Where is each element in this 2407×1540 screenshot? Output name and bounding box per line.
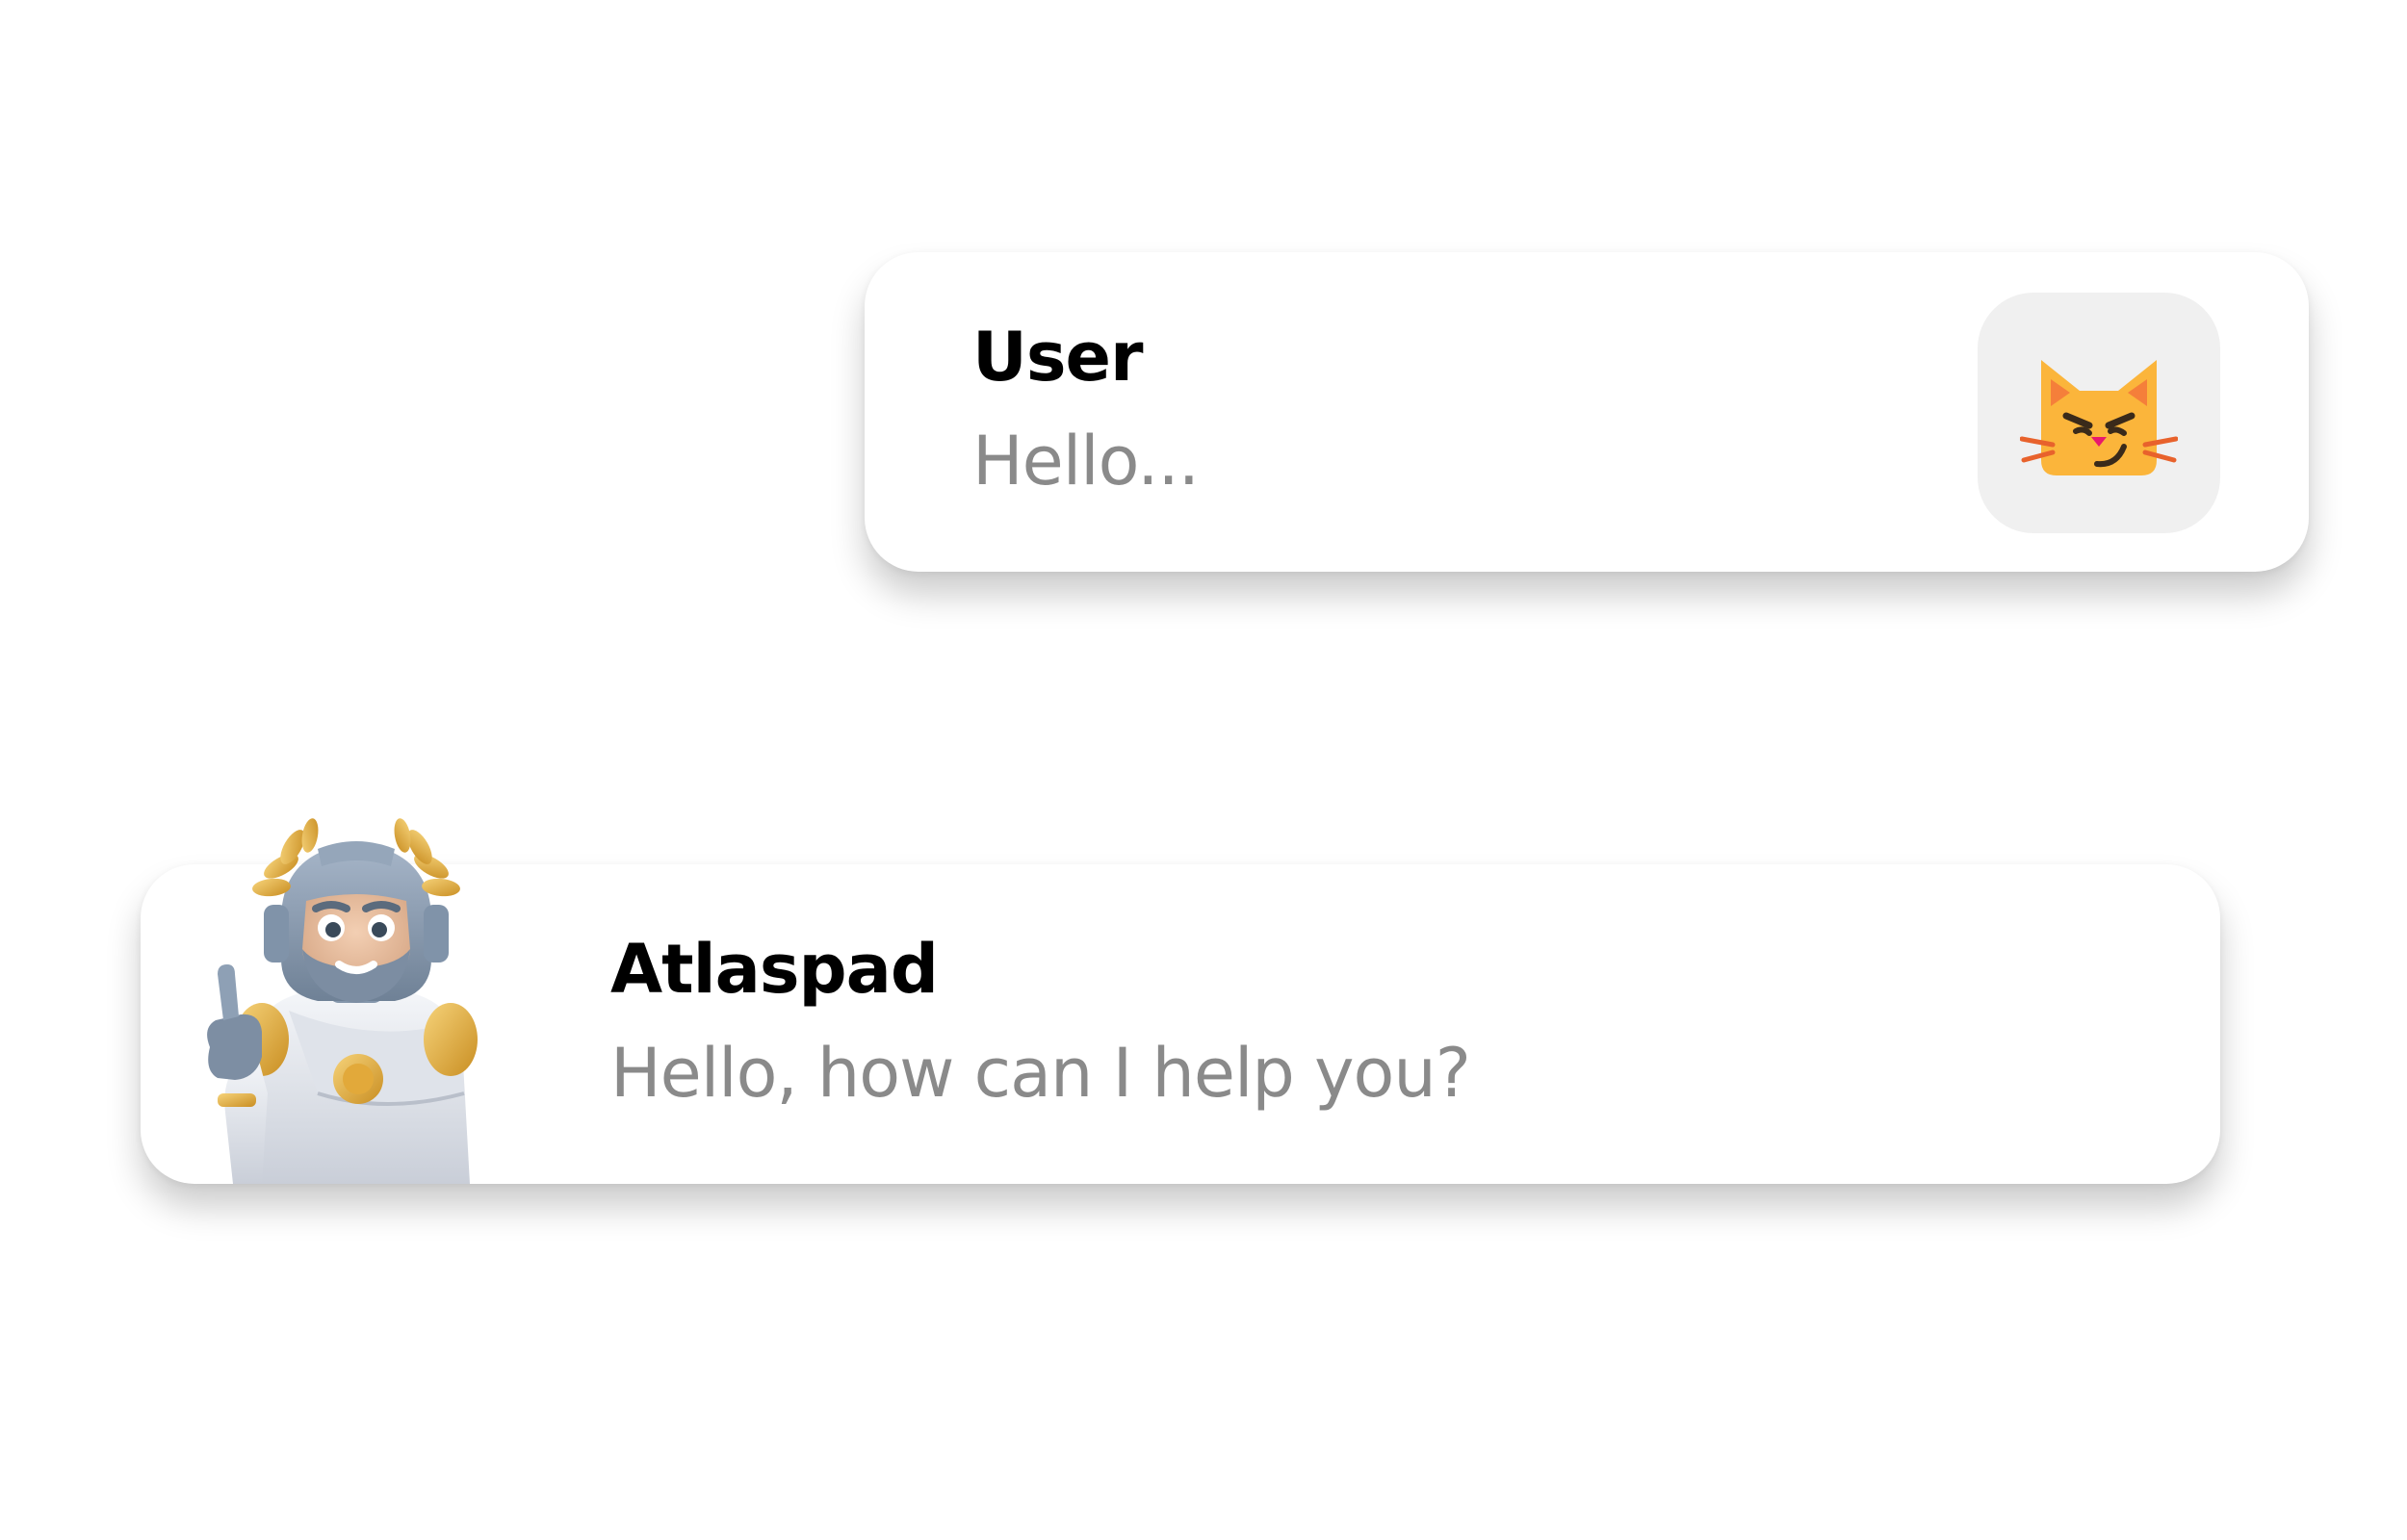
user-avatar [1978, 293, 2220, 533]
chat-canvas: User Hello... Atlaspad Hello, how can I … [0, 0, 2407, 1540]
assistant-message-text: Hello, how can I help you? [610, 1034, 1471, 1113]
user-name: User [972, 318, 1144, 397]
user-message-text: Hello... [972, 422, 1200, 500]
assistant-name: Atlaspad [610, 930, 939, 1009]
smirking-cat-emoji-icon [2020, 360, 2178, 475]
roman-robot-mascot-icon [207, 818, 478, 1184]
user-message-card: User Hello... [865, 252, 2309, 572]
